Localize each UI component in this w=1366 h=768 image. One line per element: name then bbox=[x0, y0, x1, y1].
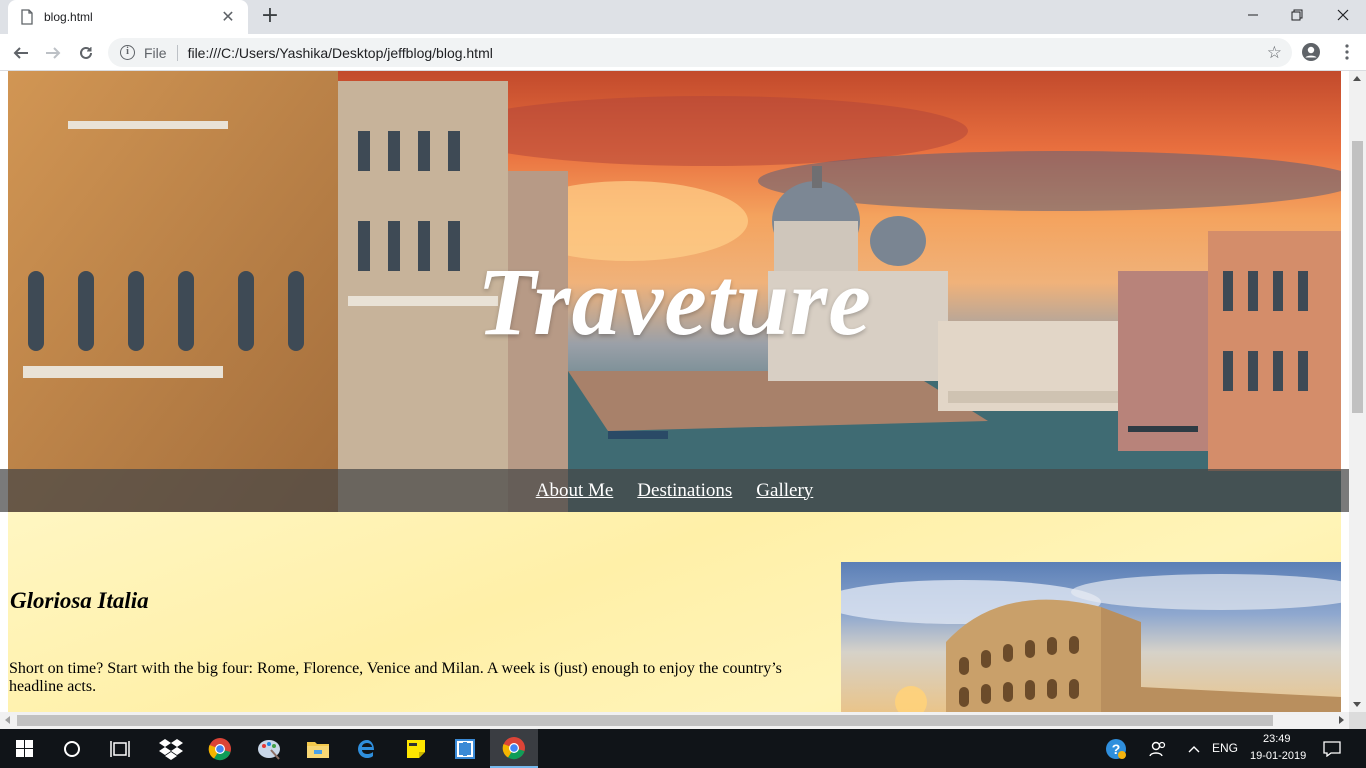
windows-taskbar: ? ENG 23:49 19-01-2019 bbox=[0, 729, 1366, 768]
cortana-search-icon bbox=[64, 740, 80, 757]
hero-banner: Traveture bbox=[8, 71, 1341, 512]
edge-taskbar-button[interactable] bbox=[343, 729, 391, 768]
clock-date[interactable]: 19-01-2019 bbox=[1250, 750, 1306, 762]
close-tab-icon[interactable]: ✕ bbox=[220, 9, 236, 25]
vertical-scrollbar[interactable] bbox=[1349, 71, 1366, 712]
main-nav: About Me Destinations Gallery bbox=[0, 469, 1349, 512]
folder-icon bbox=[307, 741, 329, 758]
scroll-right-arrow-icon[interactable] bbox=[1339, 716, 1344, 724]
omnibox-divider bbox=[176, 44, 178, 61]
chrome-active-taskbar-button[interactable] bbox=[490, 729, 538, 768]
close-icon bbox=[1337, 9, 1349, 21]
profile-avatar-icon[interactable] bbox=[1301, 42, 1321, 62]
app-taskbar-button[interactable] bbox=[441, 729, 489, 768]
forward-button[interactable] bbox=[40, 40, 66, 66]
sticky-note-icon bbox=[407, 739, 425, 758]
scroll-up-arrow-icon[interactable] bbox=[1353, 76, 1361, 81]
file-explorer-taskbar-button[interactable] bbox=[294, 729, 342, 768]
close-window-button[interactable] bbox=[1320, 0, 1366, 30]
scroll-down-arrow-icon[interactable] bbox=[1353, 702, 1361, 707]
address-bar[interactable]: i File file:///C:/Users/Yashika/Desktop/… bbox=[108, 38, 1292, 67]
minimize-icon bbox=[1248, 14, 1258, 16]
nav-link-about-me[interactable]: About Me bbox=[536, 480, 614, 502]
chrome-icon bbox=[502, 736, 525, 759]
document-icon bbox=[21, 9, 33, 25]
bracket-app-icon bbox=[455, 738, 475, 759]
chrome-icon bbox=[208, 737, 231, 760]
page-viewport: Traveture About Me Destinations Gallery … bbox=[0, 71, 1349, 712]
horizontal-scroll-thumb[interactable] bbox=[17, 715, 1273, 726]
sticky-notes-taskbar-button[interactable] bbox=[392, 729, 440, 768]
start-button[interactable] bbox=[0, 729, 48, 768]
edge-icon bbox=[358, 739, 374, 758]
task-view-button[interactable] bbox=[96, 729, 144, 768]
bookmark-star-icon[interactable]: ☆ bbox=[1267, 43, 1282, 63]
back-arrow-icon bbox=[13, 47, 28, 59]
reload-button[interactable] bbox=[73, 40, 99, 66]
language-indicator[interactable]: ENG bbox=[1212, 741, 1238, 755]
site-title: Traveture bbox=[477, 248, 872, 355]
restore-icon bbox=[1291, 9, 1303, 21]
url-text[interactable]: file:///C:/Users/Yashika/Desktop/jeffblo… bbox=[188, 45, 493, 61]
reload-icon bbox=[80, 46, 92, 59]
back-button[interactable] bbox=[8, 40, 34, 66]
tab-strip: blog.html ✕ + bbox=[0, 0, 1366, 34]
task-view-icon bbox=[110, 740, 130, 757]
search-button[interactable] bbox=[48, 729, 96, 768]
colosseum-graphic bbox=[841, 574, 1341, 712]
help-icon: ? bbox=[1106, 738, 1126, 759]
info-icon[interactable]: i bbox=[120, 45, 135, 60]
people-tray-button[interactable] bbox=[1138, 729, 1178, 768]
forward-arrow-icon bbox=[46, 47, 61, 59]
dropbox-taskbar-button[interactable] bbox=[147, 729, 195, 768]
notification-icon bbox=[1323, 740, 1341, 757]
paint-taskbar-button[interactable] bbox=[245, 729, 293, 768]
help-tray-button[interactable]: ? bbox=[1094, 729, 1138, 768]
browser-tab[interactable]: blog.html ✕ bbox=[8, 0, 248, 34]
vertical-scroll-thumb[interactable] bbox=[1352, 141, 1363, 413]
nav-link-destinations[interactable]: Destinations bbox=[637, 480, 732, 502]
scroll-left-arrow-icon[interactable] bbox=[5, 716, 10, 724]
windows-logo-icon bbox=[15, 740, 33, 757]
blog-content: Gloriosa Italia Short on time? Start wit… bbox=[8, 512, 1341, 712]
action-center-button[interactable] bbox=[1312, 729, 1352, 768]
kebab-menu-icon[interactable] bbox=[1342, 42, 1352, 62]
browser-toolbar: i File file:///C:/Users/Yashika/Desktop/… bbox=[0, 34, 1366, 71]
post-title: Gloriosa Italia bbox=[10, 588, 149, 613]
scheme-label: File bbox=[144, 44, 167, 61]
post-body: Short on time? Start with the big four: … bbox=[9, 660, 782, 695]
colosseum-image bbox=[841, 562, 1341, 712]
scrollbar-corner bbox=[1349, 712, 1366, 729]
nav-link-gallery[interactable]: Gallery bbox=[756, 480, 813, 502]
show-hidden-icons-button[interactable] bbox=[1180, 729, 1208, 768]
people-icon bbox=[1149, 741, 1166, 756]
minimize-button[interactable] bbox=[1230, 0, 1276, 30]
horizontal-scrollbar[interactable] bbox=[0, 712, 1349, 729]
tab-title: blog.html bbox=[44, 10, 93, 24]
chevron-up-icon bbox=[1188, 745, 1200, 752]
paint-palette-icon bbox=[258, 739, 280, 760]
new-tab-button[interactable]: + bbox=[258, 5, 282, 29]
restore-button[interactable] bbox=[1274, 0, 1320, 30]
chrome-taskbar-button[interactable] bbox=[196, 729, 244, 768]
clock-time[interactable]: 23:49 bbox=[1263, 733, 1291, 745]
dropbox-icon bbox=[159, 738, 183, 760]
